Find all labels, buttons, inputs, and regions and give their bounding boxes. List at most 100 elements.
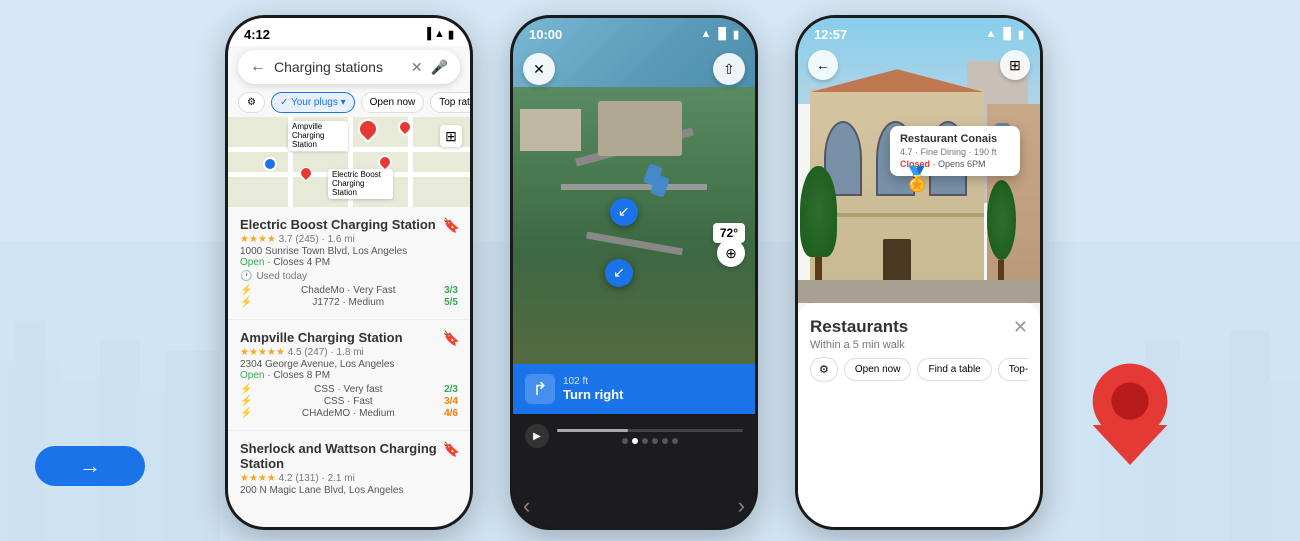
restaurant-badge-emoji: 🏅	[902, 165, 932, 194]
map-pin-2[interactable]	[358, 119, 378, 139]
turn-instruction-text: Turn right	[563, 387, 623, 402]
tune-icon: ⚙	[247, 97, 256, 108]
structure-2	[520, 109, 581, 151]
station-meta: ★★★★★ 4.5 (247) · 1.8 mi	[240, 347, 458, 358]
phone2-status-icons: ▲ ▐▌ ▮	[700, 28, 739, 41]
signal-icon: ▐▌	[714, 28, 730, 40]
phone3-time: 12:57	[814, 27, 847, 42]
phone2: 10:00 ▲ ▐▌ ▮ ↙ ↙ ✕	[510, 15, 758, 530]
filter-tune-button[interactable]: ⚙	[810, 357, 838, 382]
prev-step-button[interactable]: ‹	[523, 493, 530, 519]
turn-arrow-icon: ↱	[525, 374, 555, 404]
progress-bar	[557, 429, 743, 432]
phone2-time: 10:00	[529, 27, 562, 42]
list-item[interactable]: Electric Boost Charging Station ★★★★ 3.7…	[228, 207, 470, 320]
turn-distance: 102 ft	[563, 376, 623, 387]
find-table-label: Find a table	[928, 364, 980, 375]
restaurant-rating: 4.7	[900, 147, 913, 157]
chevron-right-icon: ›	[738, 493, 745, 518]
red-map-pin	[1090, 361, 1170, 461]
panel-close-button[interactable]: ✕	[1013, 317, 1028, 338]
charger-type: J1772 · Medium	[312, 297, 384, 308]
bookmark-icon[interactable]: 🔖	[443, 330, 460, 347]
open-now-label: Open now	[855, 364, 901, 375]
pavement	[798, 280, 1040, 303]
map-pin-4[interactable]	[378, 155, 392, 169]
map-pin-blue[interactable]	[263, 157, 277, 171]
tune-filter-button[interactable]: ⚙	[238, 92, 265, 113]
distance: 2.1 mi	[328, 473, 355, 484]
blue-arrow-button[interactable]: →	[35, 446, 145, 486]
phone1-search-bar[interactable]: ← Charging stations ✕ 🎤	[238, 50, 460, 84]
back-arrow-icon[interactable]: ←	[250, 58, 266, 76]
back-button[interactable]: ←	[808, 50, 838, 80]
map-label-ampville: Ampville Charging Station	[288, 121, 348, 151]
charger-row: ⚡ ChadeMo · Very Fast 3/3	[240, 285, 458, 296]
charger-type: CHAdeMO · Medium	[302, 408, 395, 419]
progress-dots	[557, 438, 743, 444]
structure-1	[598, 101, 683, 156]
opens-time: Opens 6PM	[938, 159, 986, 169]
street-view-area: ← ⊞ Restaurant Conais 4.7 · Fine Dining …	[798, 18, 1040, 303]
top-rated-label: Top-rated	[1009, 364, 1028, 375]
bookmark-icon[interactable]: 🔖	[443, 217, 460, 234]
panel-header: Restaurants Within a 5 min walk ✕	[810, 317, 1028, 351]
clear-icon[interactable]: ✕	[411, 59, 423, 76]
station-status: Open · Closes 8 PM	[240, 370, 458, 381]
plugs-label: ✓ Your plugs ▾	[280, 97, 346, 108]
phone1-time: 4:12	[244, 27, 270, 42]
dot-active	[632, 438, 638, 444]
arrow-icon: →	[79, 453, 101, 479]
station-name: Ampville Charging Station	[240, 330, 458, 345]
turn-instruction: ↱ 102 ft Turn right	[513, 364, 755, 414]
plugs-filter-button[interactable]: ✓ Your plugs ▾	[271, 92, 355, 113]
aerial-view: ↙ ↙ ✕ ⇧ 72° ⊕	[513, 18, 755, 364]
station-address: 2304 George Avenue, Los Angeles	[240, 359, 458, 370]
nav-bottom-panel: ↱ 102 ft Turn right ▶	[513, 364, 755, 527]
close-time: Closes 4 PM	[273, 257, 330, 268]
share-button[interactable]: ⇧	[713, 53, 745, 85]
wifi-icon: ▲	[985, 28, 996, 40]
back-arrow-icon: ←	[816, 57, 830, 73]
filter-top-rated-button[interactable]: Top-rated	[998, 358, 1028, 381]
open-now-filter-button[interactable]: Open now	[361, 92, 425, 113]
map-pin-5[interactable]	[300, 167, 312, 179]
layers-icon[interactable]: ⊞	[440, 125, 462, 147]
phone3: 12:57 ▲ ▐▌ ▮	[795, 15, 1043, 530]
layers-icon: ⊞	[1009, 57, 1021, 74]
bookmark-icon[interactable]: 🔖	[443, 441, 460, 458]
distance: 1.8 mi	[337, 347, 364, 358]
progress-area	[557, 429, 743, 444]
filter-find-table-button[interactable]: Find a table	[917, 358, 991, 381]
charger-row: ⚡ CSS · Very fast 2/3	[240, 384, 458, 395]
search-query-text: Charging stations	[274, 59, 403, 75]
distance: 1.6 mi	[328, 234, 355, 245]
top-rated-filter-button[interactable]: Top rated	[430, 92, 470, 113]
panel-title: Restaurants	[810, 317, 908, 337]
filter-open-now-button[interactable]: Open now	[844, 358, 912, 381]
station-name: Electric Boost Charging Station	[240, 217, 458, 232]
next-step-button[interactable]: ›	[738, 493, 745, 519]
mic-icon[interactable]: 🎤	[431, 59, 448, 76]
charger-count: 5/5	[444, 297, 458, 308]
signal-icon: ▐▌	[999, 28, 1015, 40]
close-nav-button[interactable]: ✕	[523, 53, 555, 85]
battery-icon: ▮	[1018, 28, 1024, 41]
list-item[interactable]: Sherlock and Wattson Charging Station ★★…	[228, 431, 470, 506]
wifi-icon: ▲	[700, 28, 711, 40]
compass-button[interactable]: ⊕	[717, 239, 745, 267]
station-address: 200 N Magic Lane Blvd, Los Angeles	[240, 485, 458, 496]
temperature-value: 72°	[720, 226, 738, 240]
list-item[interactable]: Ampville Charging Station ★★★★★ 4.5 (247…	[228, 320, 470, 431]
top-rated-label: Top rated	[439, 97, 470, 108]
progress-fill	[557, 429, 628, 432]
restaurant-card[interactable]: Restaurant Conais 4.7 · Fine Dining · 19…	[890, 126, 1020, 176]
map-label-electric-boost: Electric Boost Charging Station	[328, 169, 393, 199]
map-pin-3[interactable]	[398, 120, 412, 134]
open-status: Open	[240, 257, 264, 268]
play-button[interactable]: ▶	[525, 424, 549, 448]
station-name: Sherlock and Wattson Charging Station	[240, 441, 458, 471]
layers-button[interactable]: ⊞	[1000, 50, 1030, 80]
map-view[interactable]: Ampville Charging Station Electric Boost…	[228, 117, 470, 207]
charger-icon: ⚡	[240, 396, 252, 407]
